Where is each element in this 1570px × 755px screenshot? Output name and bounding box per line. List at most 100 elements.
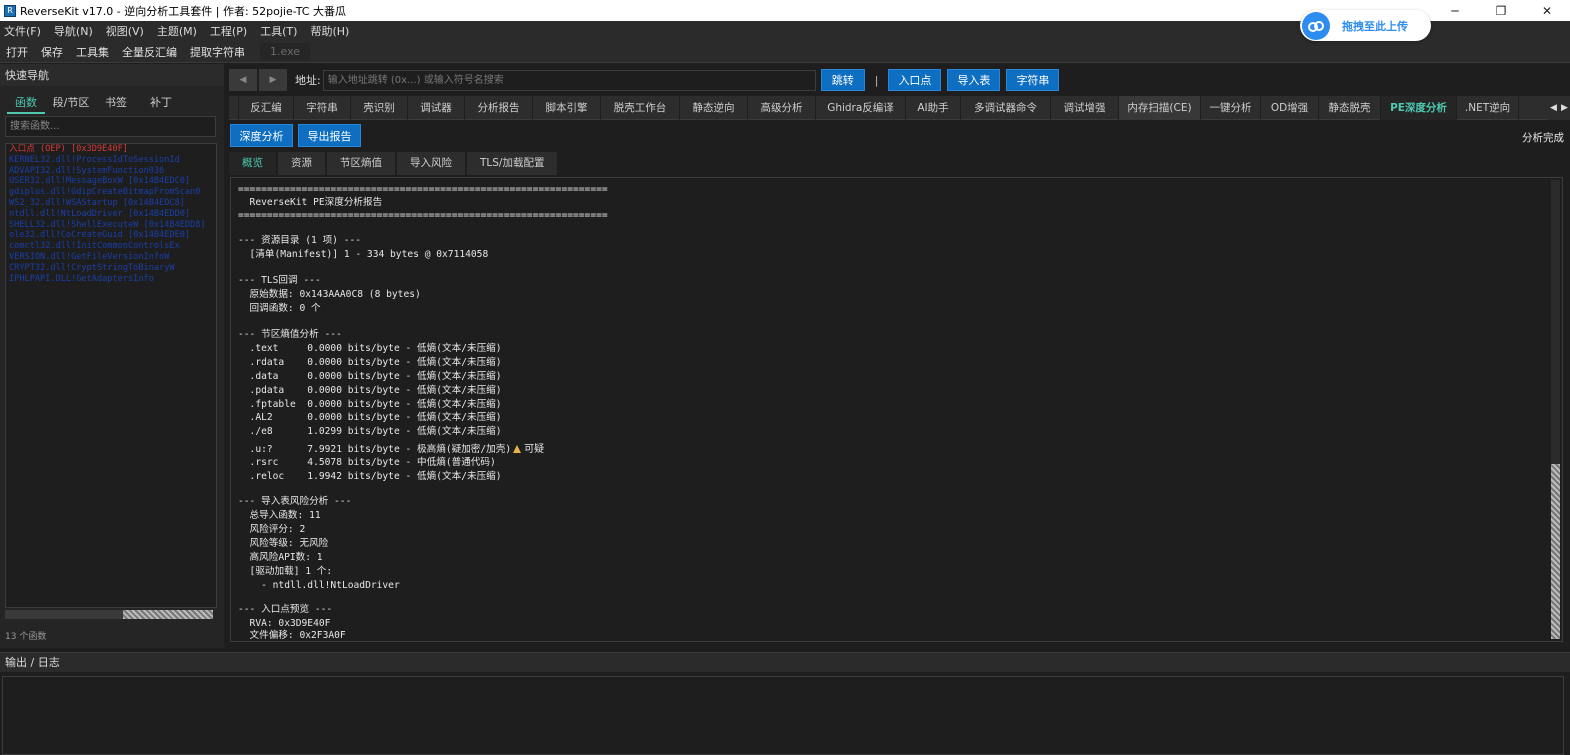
import-table-button[interactable]: 导入表 (947, 69, 1001, 91)
window-title: ReverseKit v17.0 - 逆向分析工具套件 | 作者: 52poji… (20, 4, 346, 18)
maximize-icon[interactable]: ❐ (1478, 0, 1524, 21)
list-item[interactable]: KERNEL32.dll!ProcessIdToSessionId (6, 155, 216, 166)
menu-file[interactable]: 文件(F) (4, 23, 41, 39)
deep-analysis-button[interactable]: 深度分析 (230, 124, 293, 147)
report-line: ========================================… (238, 184, 608, 195)
list-item[interactable]: IPHLPAPI.DLL!GetAdaptersInfo (6, 274, 216, 285)
list-item[interactable]: 入口点 (OEP) [0x3D9E40F] (6, 144, 216, 155)
minimize-icon[interactable]: ─ (1432, 0, 1478, 21)
menu-theme[interactable]: 主题(M) (157, 23, 197, 39)
tab-pe-deep-analysis[interactable]: PE深度分析 (1381, 96, 1457, 120)
list-item[interactable]: SHELL32.dll!ShellExecuteW [0x14B4EDD8] (6, 220, 216, 231)
list-item[interactable]: gdiplus.dll!GdipCreateBitmapFromScan0 (6, 187, 216, 198)
open-button[interactable]: 打开 (6, 44, 28, 60)
report-line: --- 资源目录 (1 项) --- (238, 235, 362, 246)
tab-overflow-left (229, 96, 239, 120)
toolset-button[interactable]: 工具集 (76, 44, 109, 60)
tab-script-engine[interactable]: 脚本引擎 (533, 96, 601, 120)
menu-help[interactable]: 帮助(H) (310, 23, 349, 39)
chevron-right-icon[interactable]: ▶ (1561, 103, 1568, 113)
list-item[interactable]: ole32.dll!CoCreateGuid [0x14B4EDE0] (6, 230, 216, 241)
tab-debug-enhance[interactable]: 调试增强 (1051, 96, 1119, 120)
report-line: .rdata 0.0000 bits/byte - 低熵(文本/未压缩) (238, 357, 502, 368)
tab-sections[interactable]: 段/节区 (52, 92, 90, 114)
strings-button[interactable]: 字符串 (1006, 69, 1060, 91)
tab-od-enhance[interactable]: OD增强 (1261, 96, 1319, 120)
quick-toolbar: 打开 保存 工具集 全量反汇编 提取字符串 1.exe (0, 41, 1570, 63)
menu-project[interactable]: 工程(P) (210, 23, 247, 39)
tab-ghidra-decompile[interactable]: Ghidra反编译 (816, 96, 906, 120)
menu-navigate[interactable]: 导航(N) (54, 23, 93, 39)
tab-patches[interactable]: 补丁 (142, 92, 180, 114)
tab-debugger[interactable]: 调试器 (408, 96, 465, 120)
close-icon[interactable]: ✕ (1524, 0, 1570, 21)
function-list[interactable]: 入口点 (OEP) [0x3D9E40F] KERNEL32.dll!Proce… (5, 143, 217, 608)
subtab-import-risk[interactable]: 导入风险 (397, 152, 465, 175)
report-view[interactable]: ========================================… (230, 177, 1563, 642)
list-item[interactable]: USER32.dll!MessageBoxW [0x14B4EDC0] (6, 176, 216, 187)
subtab-tls-config[interactable]: TLS/加载配置 (467, 152, 558, 175)
tab-static-unpack[interactable]: 静态脱壳 (1319, 96, 1381, 120)
quick-nav-title: 快速导航 (0, 64, 224, 86)
address-input[interactable]: 输入地址跳转 (0x...) 或输入符号名搜索 (322, 69, 816, 91)
tab-advanced-analysis[interactable]: 高级分析 (748, 96, 816, 120)
upload-badge[interactable]: 拖拽至此上传 (1300, 10, 1431, 41)
report-line: [驱动加载] 1 个: (238, 566, 333, 577)
tab-functions[interactable]: 函数 (7, 92, 45, 114)
list-item[interactable]: WS2_32.dll!WSAStartup [0x14B4EDC8] (6, 198, 216, 209)
report-line: .reloc 1.9942 bits/byte - 低熵(文本/未压缩) (238, 471, 502, 482)
tab-strings[interactable]: 字符串 (294, 96, 351, 120)
extract-strings-button[interactable]: 提取字符串 (190, 44, 245, 60)
report-line: .fptable 0.0000 bits/byte - 低熵(文本/未压缩) (238, 399, 502, 410)
list-item[interactable]: CRYPT32.dll!CryptStringToBinaryW (6, 263, 216, 274)
report-line: 风险等级: 无风险 (238, 538, 329, 549)
address-bar: ◀ ▶ 地址: 输入地址跳转 (0x...) 或输入符号名搜索 跳转 | 入口点… (229, 67, 1570, 93)
tab-one-click-analysis[interactable]: 一键分析 (1201, 96, 1261, 120)
chevron-left-icon[interactable]: ◀ (1550, 103, 1557, 113)
report-scrollbar[interactable] (1551, 180, 1560, 639)
full-disasm-button[interactable]: 全量反汇编 (122, 44, 177, 60)
list-item[interactable]: ntdll.dll!NtLoadDriver [0x14B4EDD0] (6, 209, 216, 220)
report-line: 高风险API数: 1 (238, 552, 323, 563)
report-line: .rsrc 4.5078 bits/byte - 中低熵(普通代码) (238, 457, 496, 468)
file-tab[interactable]: 1.exe (260, 43, 311, 60)
report-line: 原始数据: 0x143AAA0C8 (8 bytes) (238, 289, 421, 300)
list-item[interactable]: VERSION.dll!GetFileVersionInfoW (6, 252, 216, 263)
report-line: ========================================… (238, 210, 608, 221)
list-item[interactable]: ADVAPI32.dll!SystemFunction036 (6, 166, 216, 177)
entry-point-button[interactable]: 入口点 (888, 69, 942, 91)
report-line: .data 0.0000 bits/byte - 低熵(文本/未压缩) (238, 371, 502, 382)
address-label: 地址: (295, 74, 321, 87)
separator: | (874, 73, 879, 87)
subtab-overview[interactable]: 概览 (229, 152, 276, 175)
function-search-input[interactable]: 搜索函数... (5, 116, 216, 137)
export-report-button[interactable]: 导出报告 (298, 124, 361, 147)
function-count: 13 个函数 (5, 632, 47, 642)
list-item[interactable]: comctl32.dll!InitCommonControlsEx (6, 241, 216, 252)
subtab-resources[interactable]: 资源 (278, 152, 325, 175)
function-list-scrollbar[interactable] (5, 610, 213, 619)
jump-button[interactable]: 跳转 (820, 69, 865, 91)
tab-analysis-report[interactable]: 分析报告 (465, 96, 533, 120)
tab-dotnet-reverse[interactable]: .NET逆向 (1457, 96, 1519, 120)
tab-disassembly[interactable]: 反汇编 (239, 96, 294, 120)
output-title: 输出 / 日志 (0, 652, 1570, 672)
tab-memory-scan[interactable]: 内存扫描(CE) (1119, 96, 1201, 120)
report-line: ReverseKit PE深度分析报告 (238, 197, 383, 208)
tab-multi-debugger[interactable]: 多调试器命令 (961, 96, 1051, 120)
subtab-section-entropy[interactable]: 节区熵值 (327, 152, 395, 175)
menu-tools[interactable]: 工具(T) (260, 23, 297, 39)
output-log[interactable] (2, 676, 1564, 755)
tab-ai-assistant[interactable]: AI助手 (906, 96, 961, 120)
scrollbar-thumb[interactable] (123, 610, 213, 619)
scrollbar-thumb[interactable] (1551, 464, 1560, 639)
tab-static-reverse[interactable]: 静态逆向 (680, 96, 748, 120)
tab-unpack-workbench[interactable]: 脱壳工作台 (601, 96, 680, 120)
tab-packer-id[interactable]: 壳识别 (351, 96, 408, 120)
tab-bookmarks[interactable]: 书签 (97, 92, 135, 114)
tab-scroll-arrows: ◀ ▶ (1548, 96, 1570, 120)
back-button[interactable]: ◀ (229, 69, 257, 91)
forward-button[interactable]: ▶ (259, 69, 287, 91)
save-button[interactable]: 保存 (41, 44, 63, 60)
menu-view[interactable]: 视图(V) (106, 23, 144, 39)
